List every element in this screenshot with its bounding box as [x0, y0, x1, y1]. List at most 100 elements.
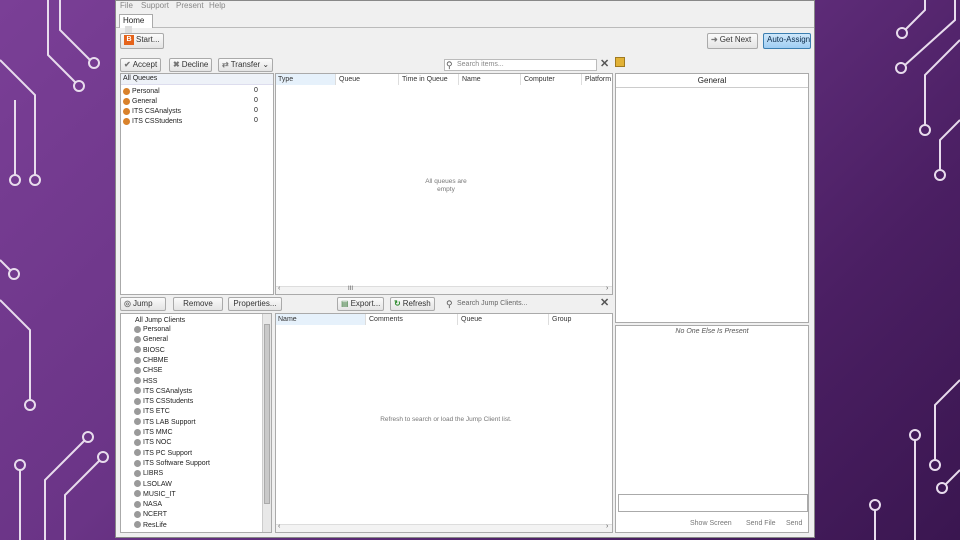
jump-group-item[interactable]: Personal — [134, 325, 171, 335]
checkmark-icon: ✔ — [124, 60, 131, 69]
column-header[interactable]: Comments — [367, 314, 458, 325]
menu-support[interactable]: Support — [141, 1, 169, 10]
group-icon — [134, 325, 141, 333]
group-icon — [134, 449, 141, 457]
properties-button[interactable]: Properties... — [228, 297, 282, 311]
group-icon — [134, 490, 141, 498]
jump-button[interactable]: ◎ Jump — [120, 297, 166, 311]
group-icon — [134, 387, 141, 395]
column-header[interactable]: Group — [550, 314, 612, 325]
queue-count: 0 — [254, 117, 258, 124]
group-icon — [123, 107, 130, 115]
group-icon — [134, 459, 141, 467]
export-button[interactable]: ▤ Export... — [337, 297, 385, 311]
group-icon — [134, 469, 141, 477]
person-icon — [123, 97, 130, 105]
jump-group-item[interactable]: ITS CSAnalysts — [134, 387, 192, 397]
search-icon: ⚲ — [446, 299, 453, 309]
vertical-scrollbar[interactable] — [262, 314, 271, 532]
tab-home[interactable]: Home — [119, 14, 153, 34]
general-panel: General — [615, 73, 809, 323]
start-button[interactable]: B Start... — [120, 33, 164, 49]
jump-empty-message: Refresh to search or load the Jump Clien… — [380, 416, 512, 423]
column-header[interactable]: Time in Queue — [400, 74, 459, 85]
jump-group-item[interactable]: ITS PC Support — [134, 449, 192, 459]
remove-button[interactable]: Remove — [173, 297, 223, 311]
jump-search-clear-icon[interactable]: ✕ — [600, 296, 609, 309]
column-header[interactable]: Name — [276, 314, 366, 325]
group-icon — [134, 500, 141, 508]
pin-icon[interactable] — [615, 57, 625, 67]
jump-group-item[interactable]: HSS — [134, 377, 157, 387]
chat-input[interactable] — [618, 494, 808, 512]
menu-present[interactable]: Present — [176, 1, 204, 10]
scroll-right-icon[interactable]: › — [606, 285, 608, 292]
jump-group-item[interactable]: CHBME — [134, 356, 168, 366]
show-screen-button[interactable]: Show Screen — [690, 520, 732, 527]
session-search-clear-icon[interactable]: ✕ — [600, 57, 609, 70]
jump-group-item[interactable]: ITS Software Support — [134, 459, 210, 469]
jump-group-item[interactable]: ITS ETC — [134, 407, 170, 417]
menu-bar: File Support Present Help — [116, 1, 814, 12]
jump-group-item[interactable]: NCERT — [134, 510, 167, 520]
send-file-button[interactable]: Send File — [746, 520, 776, 527]
session-search-input[interactable]: ⚲ Search items... — [444, 59, 597, 71]
chevron-down-icon: ⌄ — [260, 60, 270, 70]
jump-group-item[interactable]: ITS NOC — [134, 438, 171, 448]
column-header[interactable]: Computer — [522, 74, 582, 85]
jump-group-item[interactable]: ResLife — [134, 521, 167, 531]
column-header[interactable]: Queue — [459, 314, 549, 325]
scroll-left-icon[interactable]: ‹ — [278, 285, 280, 292]
jump-group-item[interactable]: ITS CSStudents — [134, 397, 193, 407]
group-icon — [134, 511, 141, 519]
decline-button[interactable]: ✖ Decline — [169, 58, 213, 72]
column-header[interactable]: Type — [276, 74, 336, 85]
jump-group-item[interactable]: ITS MMC — [134, 428, 173, 438]
all-queues-row[interactable]: All Queues — [121, 74, 273, 85]
jump-group-item[interactable]: MUSIC_IT — [134, 490, 176, 500]
horizontal-scrollbar[interactable]: ‹ › — [276, 523, 612, 532]
queue-count: 0 — [254, 97, 258, 104]
representative-console-window: File Support Present Help Home B Start...… — [115, 0, 815, 538]
horizontal-scrollbar[interactable]: ‹ III › — [276, 285, 612, 294]
column-header[interactable]: Platform — [583, 74, 612, 85]
export-icon: ▤ — [341, 299, 349, 308]
send-button[interactable]: Send — [786, 520, 802, 527]
jump-group-item[interactable]: LSOLAW — [134, 480, 172, 490]
jump-search-input[interactable]: ⚲ Search Jump Clients... — [444, 298, 597, 310]
jump-icon: ◎ — [124, 299, 131, 308]
group-icon — [123, 117, 130, 125]
chat-panel: No One Else Is Present Show Screen Send … — [615, 325, 809, 533]
jump-group-item[interactable]: BIOSC — [134, 346, 165, 356]
transfer-button[interactable]: ⇄ Transfer ⌄ — [218, 58, 274, 72]
queue-item[interactable]: Personal — [123, 87, 160, 97]
jump-group-item[interactable]: NASA — [134, 500, 162, 510]
queue-item[interactable]: ITS CSStudents — [123, 117, 182, 127]
group-icon — [134, 428, 141, 436]
accept-button[interactable]: ✔ Accept — [120, 58, 162, 72]
jump-group-item[interactable]: General — [134, 335, 168, 345]
menu-file[interactable]: File — [120, 1, 133, 10]
group-icon — [134, 366, 141, 374]
jump-group-item[interactable]: CHSE — [134, 366, 162, 376]
scroll-grip[interactable]: III — [348, 286, 353, 292]
jump-group-item[interactable]: ITS LAB Support — [134, 418, 196, 428]
tab-bar: Home — [116, 12, 814, 34]
auto-assign-button[interactable]: Auto-Assign — [763, 33, 811, 49]
scroll-thumb[interactable] — [264, 324, 270, 504]
refresh-icon: ↻ — [394, 299, 401, 308]
scroll-right-icon[interactable]: › — [606, 523, 608, 530]
get-next-button[interactable]: ➜ Get Next — [707, 33, 758, 49]
queue-list: All Queues Personal 0 General 0 ITS CSAn… — [120, 73, 274, 295]
menu-help[interactable]: Help — [209, 1, 225, 10]
group-icon — [134, 521, 141, 529]
column-header[interactable]: Queue — [337, 74, 399, 85]
jump-group-item[interactable]: LIBRS — [134, 469, 163, 479]
refresh-button[interactable]: ↻ Refresh — [390, 297, 435, 311]
scroll-left-icon[interactable]: ‹ — [278, 523, 280, 530]
circuit-decoration-right — [869, 0, 960, 540]
queue-count: 0 — [254, 107, 258, 114]
queue-item[interactable]: ITS CSAnalysts — [123, 107, 181, 117]
queue-item[interactable]: General — [123, 97, 157, 107]
column-header[interactable]: Name — [460, 74, 521, 85]
